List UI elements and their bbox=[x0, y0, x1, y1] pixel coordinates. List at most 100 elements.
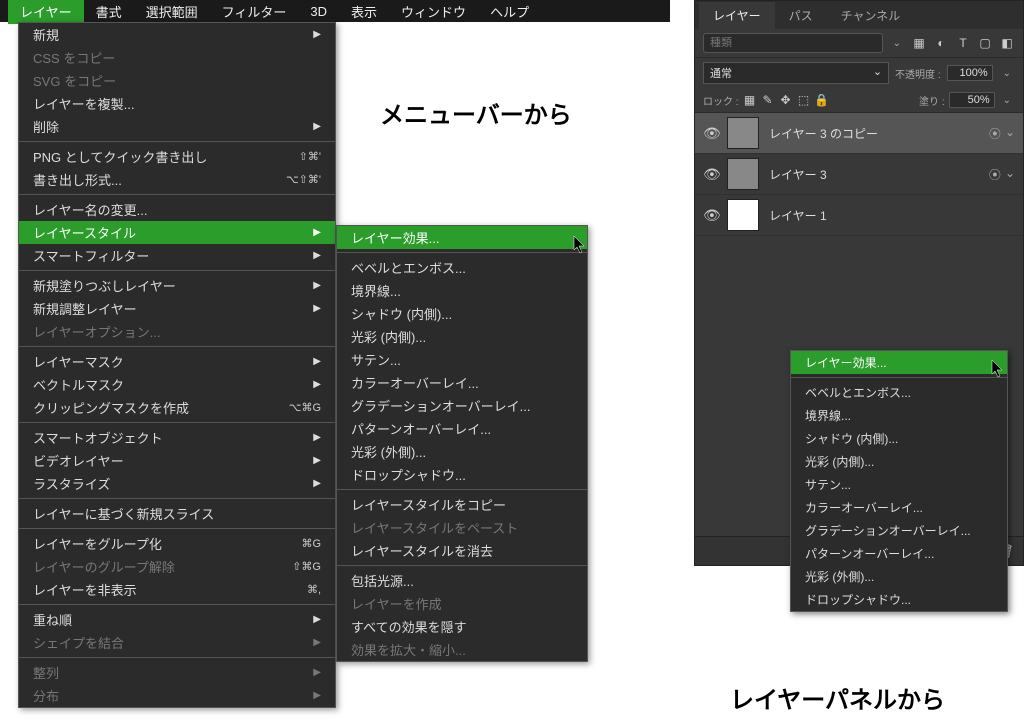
menubar-item-5[interactable]: 表示 bbox=[339, 0, 389, 24]
menu-item[interactable]: すべての効果を隠す bbox=[337, 615, 587, 638]
menu-item[interactable]: 新規塗りつぶしレイヤー▶ bbox=[19, 274, 335, 297]
menu-item[interactable]: シャドウ (内側)... bbox=[337, 302, 587, 325]
menu-item[interactable]: 境界線... bbox=[791, 404, 1007, 427]
menubar-item-4[interactable]: 3D bbox=[298, 1, 339, 22]
menu-item[interactable]: 書き出し形式...⌥⇧⌘' bbox=[19, 168, 335, 191]
visibility-eye-icon[interactable]: 👁 bbox=[703, 207, 717, 224]
menu-item[interactable]: ビデオレイヤー▶ bbox=[19, 449, 335, 472]
layer-item[interactable]: 👁レイヤー 3 のコピー⦿⌄ bbox=[695, 113, 1023, 154]
menu-item[interactable]: PNG としてクイック書き出し⇧⌘' bbox=[19, 145, 335, 168]
filter-adjust-icon[interactable]: ◐ bbox=[933, 35, 949, 51]
layer-thumbnail[interactable] bbox=[727, 158, 759, 190]
menu-item[interactable]: レイヤースタイル▶ bbox=[19, 221, 335, 244]
visibility-eye-icon[interactable]: 👁 bbox=[703, 166, 717, 183]
menu-item[interactable]: グラデーションオーバーレイ... bbox=[337, 394, 587, 417]
fx-context-menu: レイヤー効果...ベベルとエンボス...境界線...シャドウ (内側)...光彩… bbox=[790, 350, 1008, 612]
menu-item[interactable]: レイヤーを複製... bbox=[19, 92, 335, 115]
menu-item[interactable]: 光彩 (外側)... bbox=[337, 440, 587, 463]
fx-indicator[interactable]: ⦿⌄ bbox=[989, 166, 1015, 183]
chevron-right-icon: ▶ bbox=[313, 303, 321, 314]
menu-item[interactable]: ドロップシャドウ... bbox=[791, 588, 1007, 611]
menu-item[interactable]: レイヤーマスク▶ bbox=[19, 350, 335, 373]
lock-move-icon[interactable]: ✥ bbox=[779, 92, 793, 108]
cursor-icon bbox=[573, 236, 587, 254]
menu-item[interactable]: 光彩 (内側)... bbox=[791, 450, 1007, 473]
menu-item[interactable]: 包括光源... bbox=[337, 569, 587, 592]
visibility-eye-icon[interactable]: 👁 bbox=[703, 125, 717, 142]
chevron-right-icon: ▶ bbox=[313, 667, 321, 678]
layer-thumbnail[interactable] bbox=[727, 199, 759, 231]
menu-item[interactable]: パターンオーバーレイ... bbox=[791, 542, 1007, 565]
chevron-down-icon[interactable]: ⌄ bbox=[999, 68, 1015, 79]
menu-item[interactable]: レイヤーをグループ化⌘G bbox=[19, 532, 335, 555]
menu-item[interactable]: グラデーションオーバーレイ... bbox=[791, 519, 1007, 542]
cursor-icon bbox=[991, 360, 1005, 378]
layer-filter-select[interactable] bbox=[703, 33, 883, 53]
filter-smart-icon[interactable]: ◧ bbox=[999, 35, 1015, 51]
menu-item[interactable]: ベベルとエンボス... bbox=[337, 256, 587, 279]
menu-item[interactable]: ラスタライズ▶ bbox=[19, 472, 335, 495]
layer-name-label: レイヤー 3 bbox=[769, 166, 979, 183]
menu-item[interactable]: ベクトルマスク▶ bbox=[19, 373, 335, 396]
fx-indicator[interactable]: ⦿⌄ bbox=[989, 125, 1015, 142]
menubar-item-6[interactable]: ウィンドウ bbox=[389, 0, 478, 24]
blend-mode-select[interactable]: 通常 ⌄ bbox=[703, 62, 889, 84]
lock-pixels-icon[interactable]: ▦ bbox=[743, 92, 757, 108]
lock-brush-icon[interactable]: ✎ bbox=[761, 92, 775, 108]
menu-item[interactable]: 境界線... bbox=[337, 279, 587, 302]
menu-item[interactable]: レイヤーに基づく新規スライス bbox=[19, 502, 335, 525]
layer-item[interactable]: 👁レイヤー 1 bbox=[695, 195, 1023, 236]
filter-image-icon[interactable]: ▦ bbox=[911, 35, 927, 51]
panel-tabs: レイヤーパスチャンネル bbox=[695, 1, 1023, 29]
menu-item[interactable]: 光彩 (内側)... bbox=[337, 325, 587, 348]
menu-item[interactable]: サテン... bbox=[791, 473, 1007, 496]
menu-item[interactable]: スマートオブジェクト▶ bbox=[19, 426, 335, 449]
menu-item[interactable]: サテン... bbox=[337, 348, 587, 371]
filter-type-icon[interactable]: T bbox=[955, 35, 971, 51]
menu-item[interactable]: 削除▶ bbox=[19, 115, 335, 138]
chevron-down-icon[interactable]: ⌄ bbox=[999, 95, 1015, 106]
filter-shape-icon[interactable]: ▢ bbox=[977, 35, 993, 51]
menu-item[interactable]: カラーオーバーレイ... bbox=[337, 371, 587, 394]
menu-item[interactable]: シャドウ (内側)... bbox=[791, 427, 1007, 450]
menu-item[interactable]: レイヤーを非表示⌘, bbox=[19, 578, 335, 601]
menu-item[interactable]: カラーオーバーレイ... bbox=[791, 496, 1007, 519]
blend-row: 通常 ⌄ 不透明度 : 100% ⌄ bbox=[695, 58, 1023, 88]
menu-item[interactable]: スマートフィルター▶ bbox=[19, 244, 335, 267]
lock-all-icon[interactable]: 🔒 bbox=[815, 92, 829, 108]
menu-item: 整列▶ bbox=[19, 661, 335, 684]
fill-value[interactable]: 50% bbox=[949, 92, 995, 108]
menu-item[interactable]: ベベルとエンボス... bbox=[791, 381, 1007, 404]
menu-item: SVG をコピー bbox=[19, 69, 335, 92]
menu-item[interactable]: レイヤー効果... bbox=[337, 226, 587, 249]
menubar-item-1[interactable]: 書式 bbox=[84, 0, 134, 24]
menu-item[interactable]: 重ね順▶ bbox=[19, 608, 335, 631]
menubar-item-2[interactable]: 選択範囲 bbox=[134, 0, 210, 24]
layer-thumbnail[interactable] bbox=[727, 117, 759, 149]
panel-tab-0[interactable]: レイヤー bbox=[699, 2, 775, 29]
menubar-item-0[interactable]: レイヤー bbox=[8, 0, 84, 24]
layer-menu-dropdown: 新規▶CSS をコピーSVG をコピーレイヤーを複製...削除▶PNG としてク… bbox=[18, 22, 336, 708]
chevron-down-icon[interactable]: ⌄ bbox=[889, 38, 905, 49]
menubar-item-7[interactable]: ヘルプ bbox=[478, 0, 541, 24]
menu-item[interactable]: 新規▶ bbox=[19, 23, 335, 46]
opacity-value[interactable]: 100% bbox=[947, 65, 993, 81]
layer-item[interactable]: 👁 レイヤー 3 ⦿⌄ bbox=[695, 154, 1023, 195]
separator bbox=[19, 194, 335, 195]
separator bbox=[337, 565, 587, 566]
menu-item[interactable]: レイヤースタイルをコピー bbox=[337, 493, 587, 516]
menu-item[interactable]: レイヤー効果... bbox=[791, 351, 1007, 374]
menu-item[interactable]: 新規調整レイヤー▶ bbox=[19, 297, 335, 320]
menubar-item-3[interactable]: フィルター bbox=[210, 0, 299, 24]
lock-artboard-icon[interactable]: ⬚ bbox=[797, 92, 811, 108]
menu-item: レイヤーオプション... bbox=[19, 320, 335, 343]
menu-item[interactable]: パターンオーバーレイ... bbox=[337, 417, 587, 440]
menu-item[interactable]: ドロップシャドウ... bbox=[337, 463, 587, 486]
menu-item[interactable]: レイヤースタイルを消去 bbox=[337, 539, 587, 562]
separator bbox=[19, 270, 335, 271]
menu-item[interactable]: 光彩 (外側)... bbox=[791, 565, 1007, 588]
panel-tab-1[interactable]: パス bbox=[775, 2, 827, 29]
menu-item[interactable]: レイヤー名の変更... bbox=[19, 198, 335, 221]
menu-item[interactable]: クリッピングマスクを作成⌥⌘G bbox=[19, 396, 335, 419]
panel-tab-2[interactable]: チャンネル bbox=[827, 2, 915, 29]
